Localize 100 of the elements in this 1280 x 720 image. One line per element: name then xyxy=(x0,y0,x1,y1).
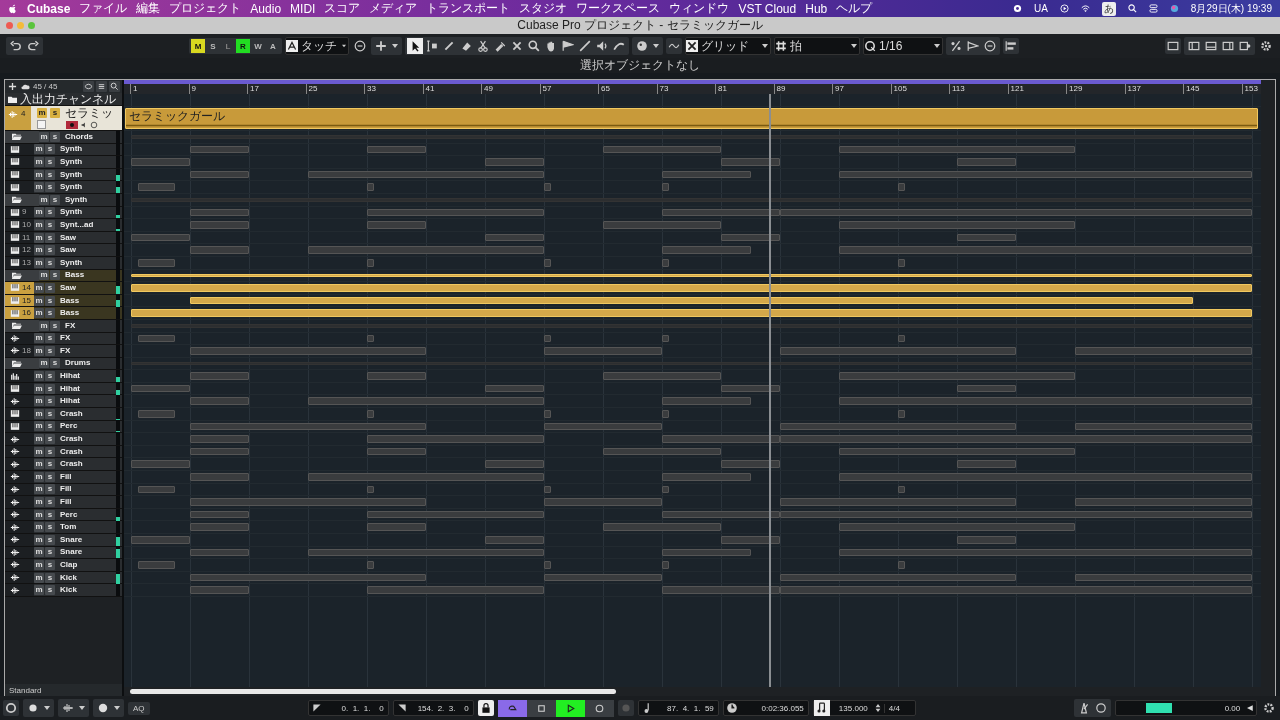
zoom-icon[interactable] xyxy=(526,38,542,54)
mode-button[interactable]: R xyxy=(236,39,250,53)
auto-quantize-button[interactable]: AQ xyxy=(128,701,150,715)
track-name[interactable]: Bass xyxy=(60,309,116,318)
solo-button[interactable]: s xyxy=(45,434,55,445)
clip[interactable] xyxy=(190,447,249,456)
track-name[interactable]: Fill xyxy=(60,472,116,481)
mute-button[interactable]: m xyxy=(34,295,44,306)
vertical-scrollbar[interactable] xyxy=(1261,80,1275,696)
clip[interactable] xyxy=(131,361,1252,366)
play-button[interactable] xyxy=(555,699,585,717)
snap-type-dropdown[interactable]: グリッド xyxy=(685,37,771,55)
clip[interactable] xyxy=(662,435,780,443)
solo-button[interactable]: s xyxy=(45,169,55,180)
track-name[interactable]: Synt...ad xyxy=(60,220,116,229)
clip[interactable] xyxy=(367,523,426,531)
track-name[interactable]: Chords xyxy=(65,132,116,141)
clock[interactable]: 8月29日(木) 19:39 xyxy=(1190,1,1272,16)
clip[interactable] xyxy=(190,573,426,582)
clip[interactable] xyxy=(190,347,426,355)
mute-button[interactable]: m xyxy=(39,270,49,281)
clip[interactable] xyxy=(957,158,1016,166)
scrollbar-thumb[interactable] xyxy=(130,689,616,694)
mute-button[interactable]: m xyxy=(34,534,44,545)
caret-icon[interactable] xyxy=(112,706,122,710)
mute-button[interactable]: m xyxy=(34,446,44,457)
track-name[interactable]: Perc xyxy=(60,510,116,519)
clip[interactable] xyxy=(190,397,249,406)
menu-item[interactable]: トランスポート xyxy=(426,0,511,17)
caret-icon[interactable] xyxy=(42,706,52,710)
clip[interactable] xyxy=(721,536,780,544)
track-name[interactable]: Saw xyxy=(60,233,116,242)
mute-button[interactable]: m xyxy=(34,282,44,293)
track-header[interactable]: m s Snare xyxy=(5,534,122,547)
clip[interactable] xyxy=(957,384,1016,393)
clip[interactable] xyxy=(190,523,249,531)
record-button[interactable] xyxy=(584,699,614,717)
clip[interactable] xyxy=(367,586,544,594)
clip[interactable] xyxy=(138,561,176,569)
clip[interactable] xyxy=(367,208,544,217)
menu-item[interactable]: プロジェクト xyxy=(169,0,242,17)
clip[interactable] xyxy=(308,548,544,557)
clip[interactable] xyxy=(898,485,906,494)
solo-button[interactable]: s xyxy=(45,182,55,193)
mute-button[interactable]: m xyxy=(34,345,44,356)
clip[interactable] xyxy=(839,397,1252,406)
menu-item[interactable]: ワークスペース xyxy=(576,0,661,17)
solo-button[interactable]: s xyxy=(45,446,55,457)
lock-icon[interactable] xyxy=(477,700,494,716)
clip[interactable] xyxy=(367,258,375,267)
solo-button[interactable]: s xyxy=(45,459,55,470)
search-icon[interactable] xyxy=(109,81,120,92)
solo-button[interactable]: s xyxy=(45,560,55,570)
clip[interactable] xyxy=(662,183,670,191)
clip[interactable] xyxy=(190,586,249,594)
track-header[interactable]: m s Hihat xyxy=(5,395,122,409)
clip[interactable] xyxy=(662,410,670,418)
track-name[interactable]: Hihat xyxy=(60,384,116,393)
clip[interactable] xyxy=(131,384,190,393)
mode-button[interactable]: A xyxy=(266,39,280,53)
solo-button[interactable]: s xyxy=(45,333,55,344)
clip[interactable] xyxy=(544,258,552,267)
clip[interactable] xyxy=(367,561,375,569)
track-header[interactable]: m s Kick xyxy=(5,584,122,597)
solo-button[interactable]: s xyxy=(45,497,55,507)
clip[interactable] xyxy=(367,510,544,519)
track-name[interactable]: Hihat xyxy=(60,397,116,406)
mute-button[interactable]: m xyxy=(34,547,44,558)
move-icon[interactable] xyxy=(373,38,389,54)
mode-button[interactable]: W xyxy=(251,39,265,53)
solo-button[interactable]: s xyxy=(45,547,55,558)
clip[interactable] xyxy=(662,397,751,406)
range-tool-icon[interactable] xyxy=(424,38,440,54)
clip[interactable] xyxy=(898,561,906,569)
scissors-icon[interactable] xyxy=(475,38,491,54)
metronome-note-icon[interactable] xyxy=(813,700,830,716)
control-center-icon[interactable] xyxy=(1148,4,1158,13)
mute-button[interactable]: m xyxy=(39,194,49,205)
play-status-icon[interactable] xyxy=(1059,4,1069,13)
clip[interactable] xyxy=(780,586,1252,594)
clip[interactable] xyxy=(485,384,544,393)
clip[interactable] xyxy=(662,485,670,494)
timeline-ruler[interactable]: 1 9 17 25 33 41 49 57 65 73 81 89 97 105 113 121 129 137 145 153 xyxy=(124,80,1261,94)
clip[interactable] xyxy=(780,208,1252,217)
mute-button[interactable]: m xyxy=(34,182,44,193)
clip[interactable] xyxy=(662,208,780,217)
menu-item[interactable]: 編集 xyxy=(136,0,161,17)
clip[interactable] xyxy=(190,221,249,229)
track-header[interactable]: m s Synth xyxy=(5,156,122,169)
clip[interactable] xyxy=(544,347,662,355)
clip[interactable] xyxy=(190,145,249,154)
track-header[interactable]: 12 m s Saw xyxy=(5,244,122,257)
caret-icon[interactable] xyxy=(77,706,87,710)
menu-item[interactable]: スコア xyxy=(324,0,361,17)
track-header[interactable]: 10 m s Synt...ad xyxy=(5,219,122,232)
solo-button[interactable]: s xyxy=(45,371,55,382)
close-button[interactable] xyxy=(6,22,13,29)
clip[interactable] xyxy=(898,183,906,191)
solo-button[interactable]: s xyxy=(45,484,55,495)
clip[interactable] xyxy=(662,334,670,343)
